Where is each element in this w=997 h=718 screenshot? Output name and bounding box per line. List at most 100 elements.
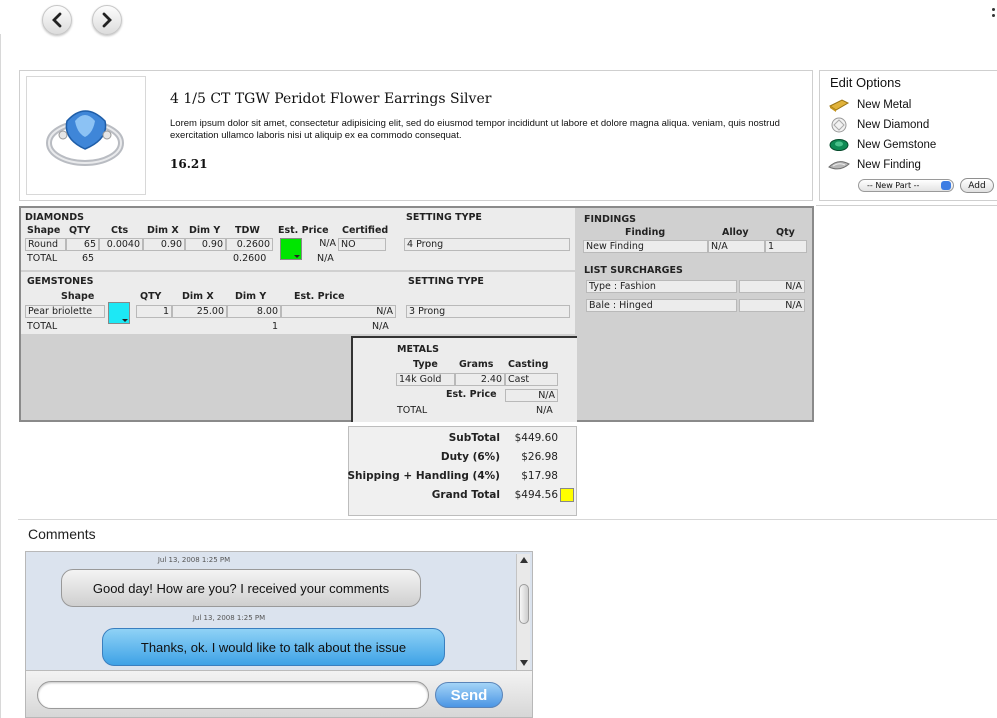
message-text-2: Thanks, ok. I would like to talk about t…	[140, 639, 407, 655]
message-timestamp-1: Jul 13, 2008 1:25 PM	[157, 556, 231, 564]
surcharge-label-2: Bale : Hinged	[586, 299, 737, 312]
message-timestamp-2: Jul 13, 2008 1:25 PM	[192, 614, 266, 622]
more-icon[interactable]	[992, 8, 995, 24]
diamond-shape: Round	[25, 238, 66, 251]
product-title: 4 1/5 CT TGW Peridot Flower Earrings Sil…	[170, 91, 492, 107]
gemstone-total-price: N/A	[372, 321, 389, 332]
shipping-value: $17.98	[521, 470, 558, 482]
gemstones-header-dimy: Dim Y	[235, 291, 267, 302]
finding-qty[interactable]: 1	[765, 240, 807, 253]
subtotal-row: SubTotal $449.60	[349, 432, 578, 450]
diamond-dimy[interactable]: 0.90	[185, 238, 226, 251]
duty-value: $26.98	[521, 451, 558, 463]
diamonds-header-tdw: TDW	[235, 225, 260, 236]
diamond-price: N/A	[319, 238, 336, 249]
shipping-row: Shipping + Handling (4%) $17.98	[347, 470, 578, 488]
gemstones-header-shape: Shape	[61, 291, 95, 302]
product-image	[26, 76, 146, 195]
metal-total-label: TOTAL	[397, 405, 428, 416]
chat-scrollbar[interactable]	[516, 554, 530, 670]
grand-total-color-swatch[interactable]	[560, 488, 574, 502]
gemstones-header-price: Est. Price	[294, 291, 345, 302]
diamond-color-swatch[interactable]	[280, 238, 302, 260]
new-metal-label: New Metal	[857, 99, 912, 111]
diamond-dimx[interactable]: 0.90	[143, 238, 185, 251]
diamonds-title: DIAMONDS	[25, 212, 84, 223]
gemstone-setting-value[interactable]: 3 Prong	[406, 305, 570, 318]
findings-section: FINDINGS Finding Alloy Qty New Finding N…	[579, 208, 812, 420]
new-diamond-option[interactable]: New Diamond	[828, 116, 996, 134]
new-finding-option[interactable]: New Finding	[828, 156, 996, 174]
findings-title: FINDINGS	[584, 214, 636, 225]
diamond-tdw[interactable]: 0.2600	[226, 238, 273, 251]
scroll-up-icon[interactable]	[520, 557, 528, 563]
diamonds-header-cts: Cts	[111, 225, 129, 236]
edit-options-panel: Edit Options New Metal New Diamond New G…	[819, 70, 997, 201]
metal-type[interactable]: 14k Gold	[396, 373, 455, 386]
finding-name[interactable]: New Finding	[583, 240, 708, 253]
comments-divider	[18, 519, 997, 520]
surcharge-value-1: N/A	[739, 280, 805, 293]
left-divider	[0, 34, 1, 718]
new-diamond-label: New Diamond	[857, 119, 930, 131]
metals-header-casting: Casting	[508, 359, 549, 370]
gemstone-color-swatch[interactable]	[108, 302, 130, 324]
diamonds-header-qty: QTY	[69, 225, 91, 236]
new-finding-label: New Finding	[857, 159, 921, 171]
scrollbar-thumb[interactable]	[519, 584, 529, 624]
diamonds-header-dimy: Dim Y	[189, 225, 221, 236]
diamond-total-label: TOTAL	[27, 253, 58, 264]
new-gemstone-option[interactable]: New Gemstone	[828, 136, 996, 154]
surcharges-title: LIST SURCHARGES	[584, 265, 683, 276]
chat-composer: Send	[26, 670, 532, 717]
forward-button[interactable]	[92, 5, 122, 35]
gemstone-qty[interactable]: 1	[136, 305, 172, 318]
diamond-cts[interactable]: 0.0040	[99, 238, 143, 251]
back-button[interactable]	[42, 5, 72, 35]
gemstone-icon	[829, 139, 849, 151]
send-button[interactable]: Send	[435, 682, 503, 708]
diamond-setting-title: SETTING TYPE	[406, 212, 482, 223]
product-price: 16.21	[170, 157, 208, 171]
gemstones-title: GEMSTONES	[27, 276, 94, 287]
product-header: 4 1/5 CT TGW Peridot Flower Earrings Sil…	[19, 70, 813, 201]
diamond-total-qty: 65	[82, 253, 95, 264]
gemstone-dimy[interactable]: 8.00	[227, 305, 281, 318]
message-input[interactable]	[37, 681, 429, 709]
metals-section: METALS Type Grams Casting 14k Gold 2.40 …	[351, 336, 577, 422]
message-bubble-sent: Thanks, ok. I would like to talk about t…	[102, 628, 445, 666]
grand-total-value: $494.56	[514, 489, 558, 501]
diamond-qty[interactable]: 65	[66, 238, 99, 251]
findings-header-qty: Qty	[776, 227, 795, 238]
metals-header-grams: Grams	[459, 359, 494, 370]
finding-alloy[interactable]: N/A	[708, 240, 765, 253]
chat-window: Jul 13, 2008 1:25 PM Good day! How are y…	[25, 551, 533, 718]
diamonds-header-shape: Shape	[27, 225, 61, 236]
gemstone-shape[interactable]: Pear briolette	[25, 305, 105, 318]
metal-grams[interactable]: 2.40	[455, 373, 505, 386]
dropdown-arrow-icon	[122, 319, 128, 322]
scroll-down-icon[interactable]	[520, 660, 528, 666]
gemstones-header-dimx: Dim X	[182, 291, 214, 302]
metal-est-price: N/A	[505, 389, 558, 402]
new-part-select[interactable]: -- New Part --	[858, 179, 954, 192]
surcharge-value-2: N/A	[739, 299, 805, 312]
metals-title: METALS	[397, 344, 439, 355]
metal-casting[interactable]: Cast	[505, 373, 558, 386]
add-button[interactable]: Add	[960, 178, 994, 193]
metals-header-type: Type	[413, 359, 438, 370]
new-gemstone-label: New Gemstone	[857, 139, 937, 151]
subtotal-label: SubTotal	[448, 432, 500, 444]
product-description: Lorem ipsum dolor sit amet, consectetur …	[170, 118, 780, 141]
diamond-setting-value[interactable]: 4 Prong	[404, 238, 570, 251]
edit-options-divider	[816, 205, 997, 206]
metal-total-price: N/A	[536, 405, 553, 416]
details-panel: DIAMONDS Shape QTY Cts Dim X Dim Y TDW E…	[19, 206, 814, 422]
gemstones-section: GEMSTONES Shape QTY Dim X Dim Y Est. Pri…	[21, 272, 575, 334]
findings-header-alloy: Alloy	[722, 227, 749, 238]
surcharge-label-1: Type : Fashion	[586, 280, 737, 293]
gemstone-dimx[interactable]: 25.00	[172, 305, 227, 318]
diamond-certified[interactable]: NO	[338, 238, 386, 251]
diamond-icon	[831, 117, 847, 133]
new-metal-option[interactable]: New Metal	[828, 96, 996, 114]
